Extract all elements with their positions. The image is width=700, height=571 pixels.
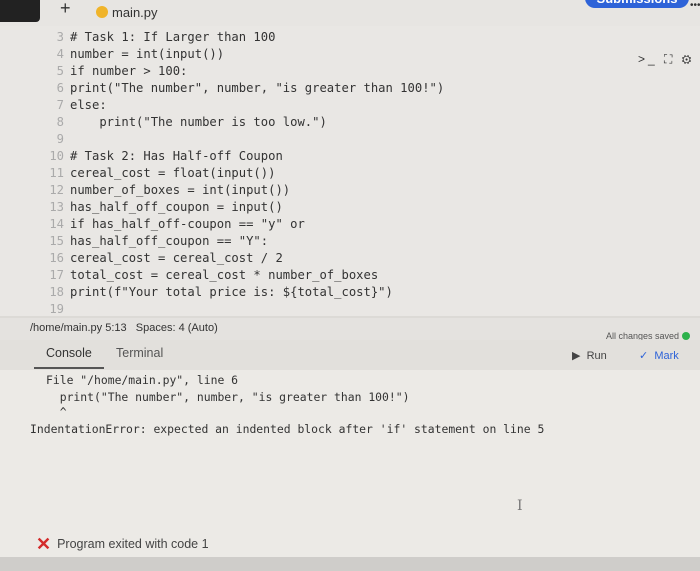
code-editor[interactable]: >_ ⛶ ⚙ 3 # Task 1: If Larger than 100 4 num… [0, 26, 700, 316]
console-tab-bar: Console Terminal ▶ Run ✓ Mark [0, 340, 700, 370]
line-number: 3 [56, 30, 64, 44]
traceback-caret: ^ [46, 405, 67, 419]
code-text: print(f"Your total price is: ${total_cos… [70, 285, 393, 299]
mark-label: Mark [654, 350, 679, 362]
code-text: if number > 100: [70, 64, 188, 78]
code-text: has_half_off_coupon == "Y": [70, 234, 269, 248]
code-text: # Task 1: If Larger than 100 [70, 30, 276, 44]
code-line[interactable]: 6 print("The number", number, "is greater… [0, 80, 445, 97]
code-line[interactable]: 10 # Task 2: Has Half-off Coupon [0, 148, 283, 165]
code-text: number = int(input()) [70, 47, 225, 61]
code-text: else: [70, 98, 107, 112]
status-left: /home/main.py 5:13 Spaces: 4 (Auto) [30, 322, 218, 334]
exit-status: ✕ Program exited with code 1 [36, 534, 209, 555]
tab-console[interactable]: Console [46, 346, 92, 360]
saved-indicator-icon [682, 332, 691, 340]
top-tab-bar: + main.py Submissions ••• [0, 0, 700, 26]
code-line[interactable]: 13 has_half_off_coupon = input() [0, 199, 283, 216]
code-text: has_half_off_coupon = input() [70, 200, 283, 214]
code-text: total_cost = cereal_cost * number_of_box… [70, 268, 379, 282]
console-output[interactable]: File "/home/main.py", line 6 print("The … [0, 370, 700, 571]
line-number: 14 [49, 217, 64, 231]
editor-status-bar: /home/main.py 5:13 Spaces: 4 (Auto) All … [0, 318, 700, 341]
code-text: print("The number is too low.") [70, 115, 327, 129]
line-number: 16 [49, 251, 64, 265]
line-number: 15 [49, 234, 64, 248]
python-file-icon [96, 6, 108, 18]
line-number: 6 [56, 81, 64, 95]
screen-bottom-edge [0, 557, 700, 571]
code-line[interactable]: 16 cereal_cost = cereal_cost / 2 [0, 250, 283, 267]
file-tab-main-py[interactable]: main.py [96, 5, 158, 20]
traceback-file-line: File "/home/main.py", line 6 [46, 373, 239, 387]
active-tab-indicator [34, 367, 104, 369]
cursor-position: /home/main.py 5:13 [30, 322, 127, 334]
line-number: 18 [49, 285, 64, 299]
tab-terminal[interactable]: Terminal [116, 346, 163, 360]
line-number: 5 [56, 64, 64, 78]
sidebar-tab[interactable] [0, 0, 40, 22]
traceback-code-line: print("The number", number, "is greater … [46, 390, 410, 404]
run-button[interactable]: ▶ Run [572, 349, 607, 362]
code-text: print("The number", number, "is greater … [70, 81, 445, 95]
run-label: Run [586, 350, 607, 362]
error-x-icon: ✕ [36, 534, 52, 554]
plus-icon[interactable]: + [60, 0, 71, 19]
code-line[interactable]: 5 if number > 100: [0, 63, 188, 80]
indentation-setting[interactable]: Spaces: 4 (Auto) [136, 322, 218, 334]
code-line[interactable]: 3 # Task 1: If Larger than 100 [0, 29, 276, 46]
code-line[interactable]: 9 [0, 131, 70, 148]
line-number: 13 [49, 200, 64, 214]
code-line[interactable]: 14 if has_half_off-coupon == "y" or [0, 216, 305, 233]
code-text: cereal_cost = float(input()) [70, 166, 276, 180]
line-number: 9 [56, 132, 64, 146]
code-line[interactable]: 11 cereal_cost = float(input()) [0, 165, 275, 182]
code-line[interactable]: 4 number = int(input()) [0, 46, 224, 63]
submissions-button[interactable]: Submissions [585, 0, 689, 8]
line-number: 10 [49, 149, 64, 163]
play-icon: ▶ [572, 350, 581, 362]
code-line[interactable]: 18 print(f"Your total price is: ${total_c… [0, 284, 393, 301]
code-line[interactable]: 8 print("The number is too low.") [0, 114, 327, 131]
code-text: number_of_boxes = int(input()) [70, 183, 291, 197]
line-number: 12 [49, 183, 64, 197]
editor-tools[interactable]: >_ ⛶ ⚙ [638, 52, 694, 67]
line-number: 11 [49, 166, 64, 180]
more-menu-icon[interactable]: ••• [690, 0, 700, 11]
exit-message: Program exited with code 1 [57, 537, 209, 551]
code-text: if has_half_off-coupon == "y" or [70, 217, 305, 231]
error-message: IndentationError: expected an indented b… [30, 422, 545, 436]
code-line[interactable]: 12 number_of_boxes = int(input()) [0, 182, 290, 199]
code-text: cereal_cost = cereal_cost / 2 [70, 251, 283, 265]
code-line[interactable]: 7 else: [0, 97, 107, 114]
line-number: 7 [56, 98, 64, 112]
code-line[interactable]: 17 total_cost = cereal_cost * number_of_b… [0, 267, 378, 284]
checkmark-icon: ✓ [639, 350, 649, 362]
file-tab-label: main.py [112, 5, 158, 20]
line-number: 19 [49, 302, 64, 316]
line-number: 17 [49, 268, 64, 282]
mark-button[interactable]: ✓ Mark [639, 349, 679, 362]
code-text: # Task 2: Has Half-off Coupon [70, 149, 283, 163]
line-number: 8 [56, 115, 64, 129]
text-cursor-icon: I [517, 498, 523, 514]
line-number: 4 [56, 47, 64, 61]
code-line[interactable]: 19 [0, 301, 70, 318]
code-line[interactable]: 15 has_half_off_coupon == "Y": [0, 233, 268, 250]
